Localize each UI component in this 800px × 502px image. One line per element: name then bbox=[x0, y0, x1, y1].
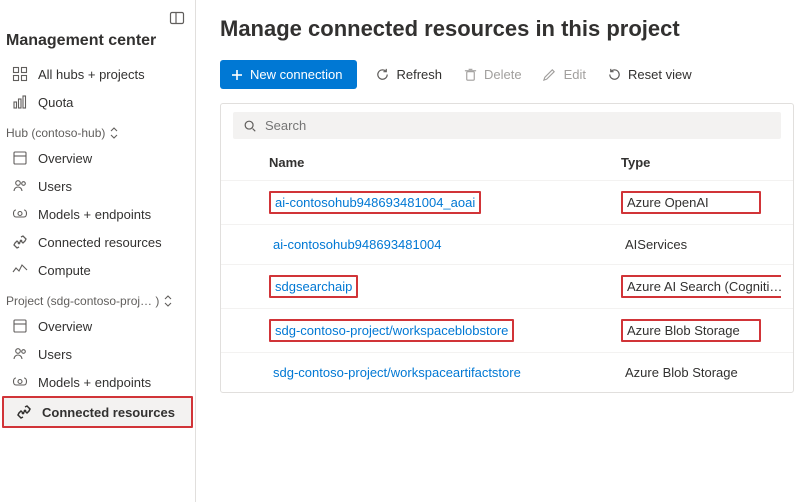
new-connection-button[interactable]: New connection bbox=[220, 60, 357, 89]
delete-button: Delete bbox=[460, 63, 524, 87]
resource-name-link[interactable]: ai-contosohub948693481004_aoai bbox=[269, 191, 481, 214]
sidebar-item-hub-compute[interactable]: Compute bbox=[0, 256, 195, 284]
table-row[interactable]: sdg-contoso-project/workspaceartifactsto… bbox=[221, 352, 793, 392]
plus-icon bbox=[230, 68, 244, 82]
sidebar-item-label: Overview bbox=[38, 151, 92, 166]
button-label: Reset view bbox=[628, 67, 692, 82]
sidebar-item-label: Compute bbox=[38, 263, 91, 278]
sidebar-item-all-hubs-projects[interactable]: All hubs + projects bbox=[0, 60, 195, 88]
resource-name-link[interactable]: sdg-contoso-project/workspaceblobstore bbox=[269, 319, 514, 342]
group-label: Project (sdg-contoso-proj… ) bbox=[6, 294, 159, 308]
sidebar-item-label: Quota bbox=[38, 95, 73, 110]
sidebar-item-project-connected[interactable]: Connected resources bbox=[2, 396, 193, 428]
sidebar-item-label: Models + endpoints bbox=[38, 375, 151, 390]
sidebar-item-label: Users bbox=[38, 347, 72, 362]
button-label: Edit bbox=[564, 67, 586, 82]
resource-type: Azure Blob Storage bbox=[621, 319, 761, 342]
group-label: Hub (contoso-hub) bbox=[6, 126, 105, 140]
refresh-icon bbox=[375, 67, 391, 83]
resource-type: Azure OpenAI bbox=[621, 191, 761, 214]
overview-icon bbox=[12, 150, 28, 166]
column-header-name[interactable]: Name bbox=[269, 155, 621, 170]
reset-view-button[interactable]: Reset view bbox=[604, 63, 694, 87]
delete-icon bbox=[462, 67, 478, 83]
search-box[interactable] bbox=[233, 112, 781, 139]
resource-name-link[interactable]: sdgsearchaip bbox=[269, 275, 358, 298]
table-row[interactable]: sdg-contoso-project/workspaceblobstore A… bbox=[221, 308, 793, 352]
sidebar-item-hub-models[interactable]: Models + endpoints bbox=[0, 200, 195, 228]
refresh-button[interactable]: Refresh bbox=[373, 63, 445, 87]
button-label: New connection bbox=[250, 67, 343, 82]
quota-icon bbox=[12, 94, 28, 110]
sidebar-group-project[interactable]: Project (sdg-contoso-proj… ) bbox=[0, 284, 195, 312]
button-label: Refresh bbox=[397, 67, 443, 82]
users-icon bbox=[12, 346, 28, 362]
sidebar-item-quota[interactable]: Quota bbox=[0, 88, 195, 116]
chevron-updown-icon bbox=[109, 127, 119, 139]
edit-button: Edit bbox=[540, 63, 588, 87]
endpoints-icon bbox=[12, 206, 28, 222]
search-input[interactable] bbox=[265, 118, 771, 133]
endpoints-icon bbox=[12, 374, 28, 390]
resource-type: AIServices bbox=[621, 235, 691, 254]
management-center-title: Management center bbox=[0, 28, 195, 60]
page-title: Manage connected resources in this proje… bbox=[220, 16, 800, 42]
sidebar-item-label: All hubs + projects bbox=[38, 67, 145, 82]
sidebar-item-project-overview[interactable]: Overview bbox=[0, 312, 195, 340]
sidebar-item-project-models[interactable]: Models + endpoints bbox=[0, 368, 195, 396]
table-row[interactable]: sdgsearchaip Azure AI Search (Cogniti… bbox=[221, 264, 793, 308]
collapse-sidebar-icon[interactable] bbox=[169, 10, 185, 26]
resource-name-link[interactable]: ai-contosohub948693481004 bbox=[269, 235, 445, 254]
sidebar-item-hub-overview[interactable]: Overview bbox=[0, 144, 195, 172]
connection-icon bbox=[12, 234, 28, 250]
search-icon bbox=[243, 119, 257, 133]
table-header-row: Name Type bbox=[221, 145, 793, 180]
toolbar: New connection Refresh Delete Edit Reset… bbox=[220, 60, 800, 89]
resources-table: Name Type ai-contosohub948693481004_aoai… bbox=[221, 145, 793, 392]
edit-icon bbox=[542, 67, 558, 83]
sidebar-item-label: Users bbox=[38, 179, 72, 194]
users-icon bbox=[12, 178, 28, 194]
sidebar: Management center All hubs + projects Qu… bbox=[0, 0, 196, 502]
sidebar-item-project-users[interactable]: Users bbox=[0, 340, 195, 368]
table-row[interactable]: ai-contosohub948693481004 AIServices bbox=[221, 224, 793, 264]
chevron-updown-icon bbox=[163, 295, 173, 307]
sidebar-item-hub-connected[interactable]: Connected resources bbox=[0, 228, 195, 256]
sidebar-item-label: Connected resources bbox=[38, 235, 162, 250]
main-content: Manage connected resources in this proje… bbox=[196, 0, 800, 502]
table-row[interactable]: ai-contosohub948693481004_aoai Azure Ope… bbox=[221, 180, 793, 224]
overview-icon bbox=[12, 318, 28, 334]
resources-card: Name Type ai-contosohub948693481004_aoai… bbox=[220, 103, 794, 393]
sidebar-item-label: Overview bbox=[38, 319, 92, 334]
sidebar-group-hub[interactable]: Hub (contoso-hub) bbox=[0, 116, 195, 144]
button-label: Delete bbox=[484, 67, 522, 82]
resource-name-link[interactable]: sdg-contoso-project/workspaceartifactsto… bbox=[269, 363, 525, 382]
column-header-type[interactable]: Type bbox=[621, 155, 781, 170]
connection-icon bbox=[16, 404, 32, 420]
sidebar-item-label: Connected resources bbox=[42, 405, 175, 420]
compute-icon bbox=[12, 262, 28, 278]
sidebar-item-hub-users[interactable]: Users bbox=[0, 172, 195, 200]
resource-type: Azure Blob Storage bbox=[621, 363, 742, 382]
reset-icon bbox=[606, 67, 622, 83]
resource-type: Azure AI Search (Cogniti… bbox=[621, 275, 781, 298]
hubs-icon bbox=[12, 66, 28, 82]
sidebar-item-label: Models + endpoints bbox=[38, 207, 151, 222]
